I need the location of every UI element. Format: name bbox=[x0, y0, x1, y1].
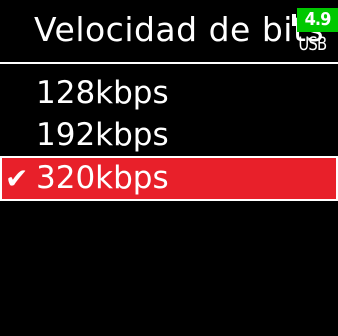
battery-indicator: 4.9 USB bbox=[292, 6, 338, 58]
power-source-label: USB bbox=[298, 33, 327, 55]
header-divider bbox=[0, 62, 338, 64]
page-title: Velocidad de bits bbox=[34, 10, 325, 49]
menu-item-label: 192kbps bbox=[36, 117, 169, 153]
battery-voltage: 4.9 bbox=[297, 8, 338, 32]
menu-item-128kbps[interactable]: 128kbps bbox=[0, 72, 338, 114]
header: Velocidad de bits 4.9 USB bbox=[0, 0, 338, 60]
battery-icon bbox=[292, 14, 296, 26]
menu-item-320kbps[interactable]: ✔ 320kbps bbox=[0, 156, 338, 201]
menu-item-192kbps[interactable]: 192kbps bbox=[0, 114, 338, 156]
checkmark-icon: ✔ bbox=[5, 162, 29, 195]
menu-item-label: 128kbps bbox=[36, 75, 169, 111]
menu-item-label: 320kbps bbox=[36, 160, 169, 196]
screen: Velocidad de bits 4.9 USB 128kbps 192kbp… bbox=[0, 0, 338, 336]
